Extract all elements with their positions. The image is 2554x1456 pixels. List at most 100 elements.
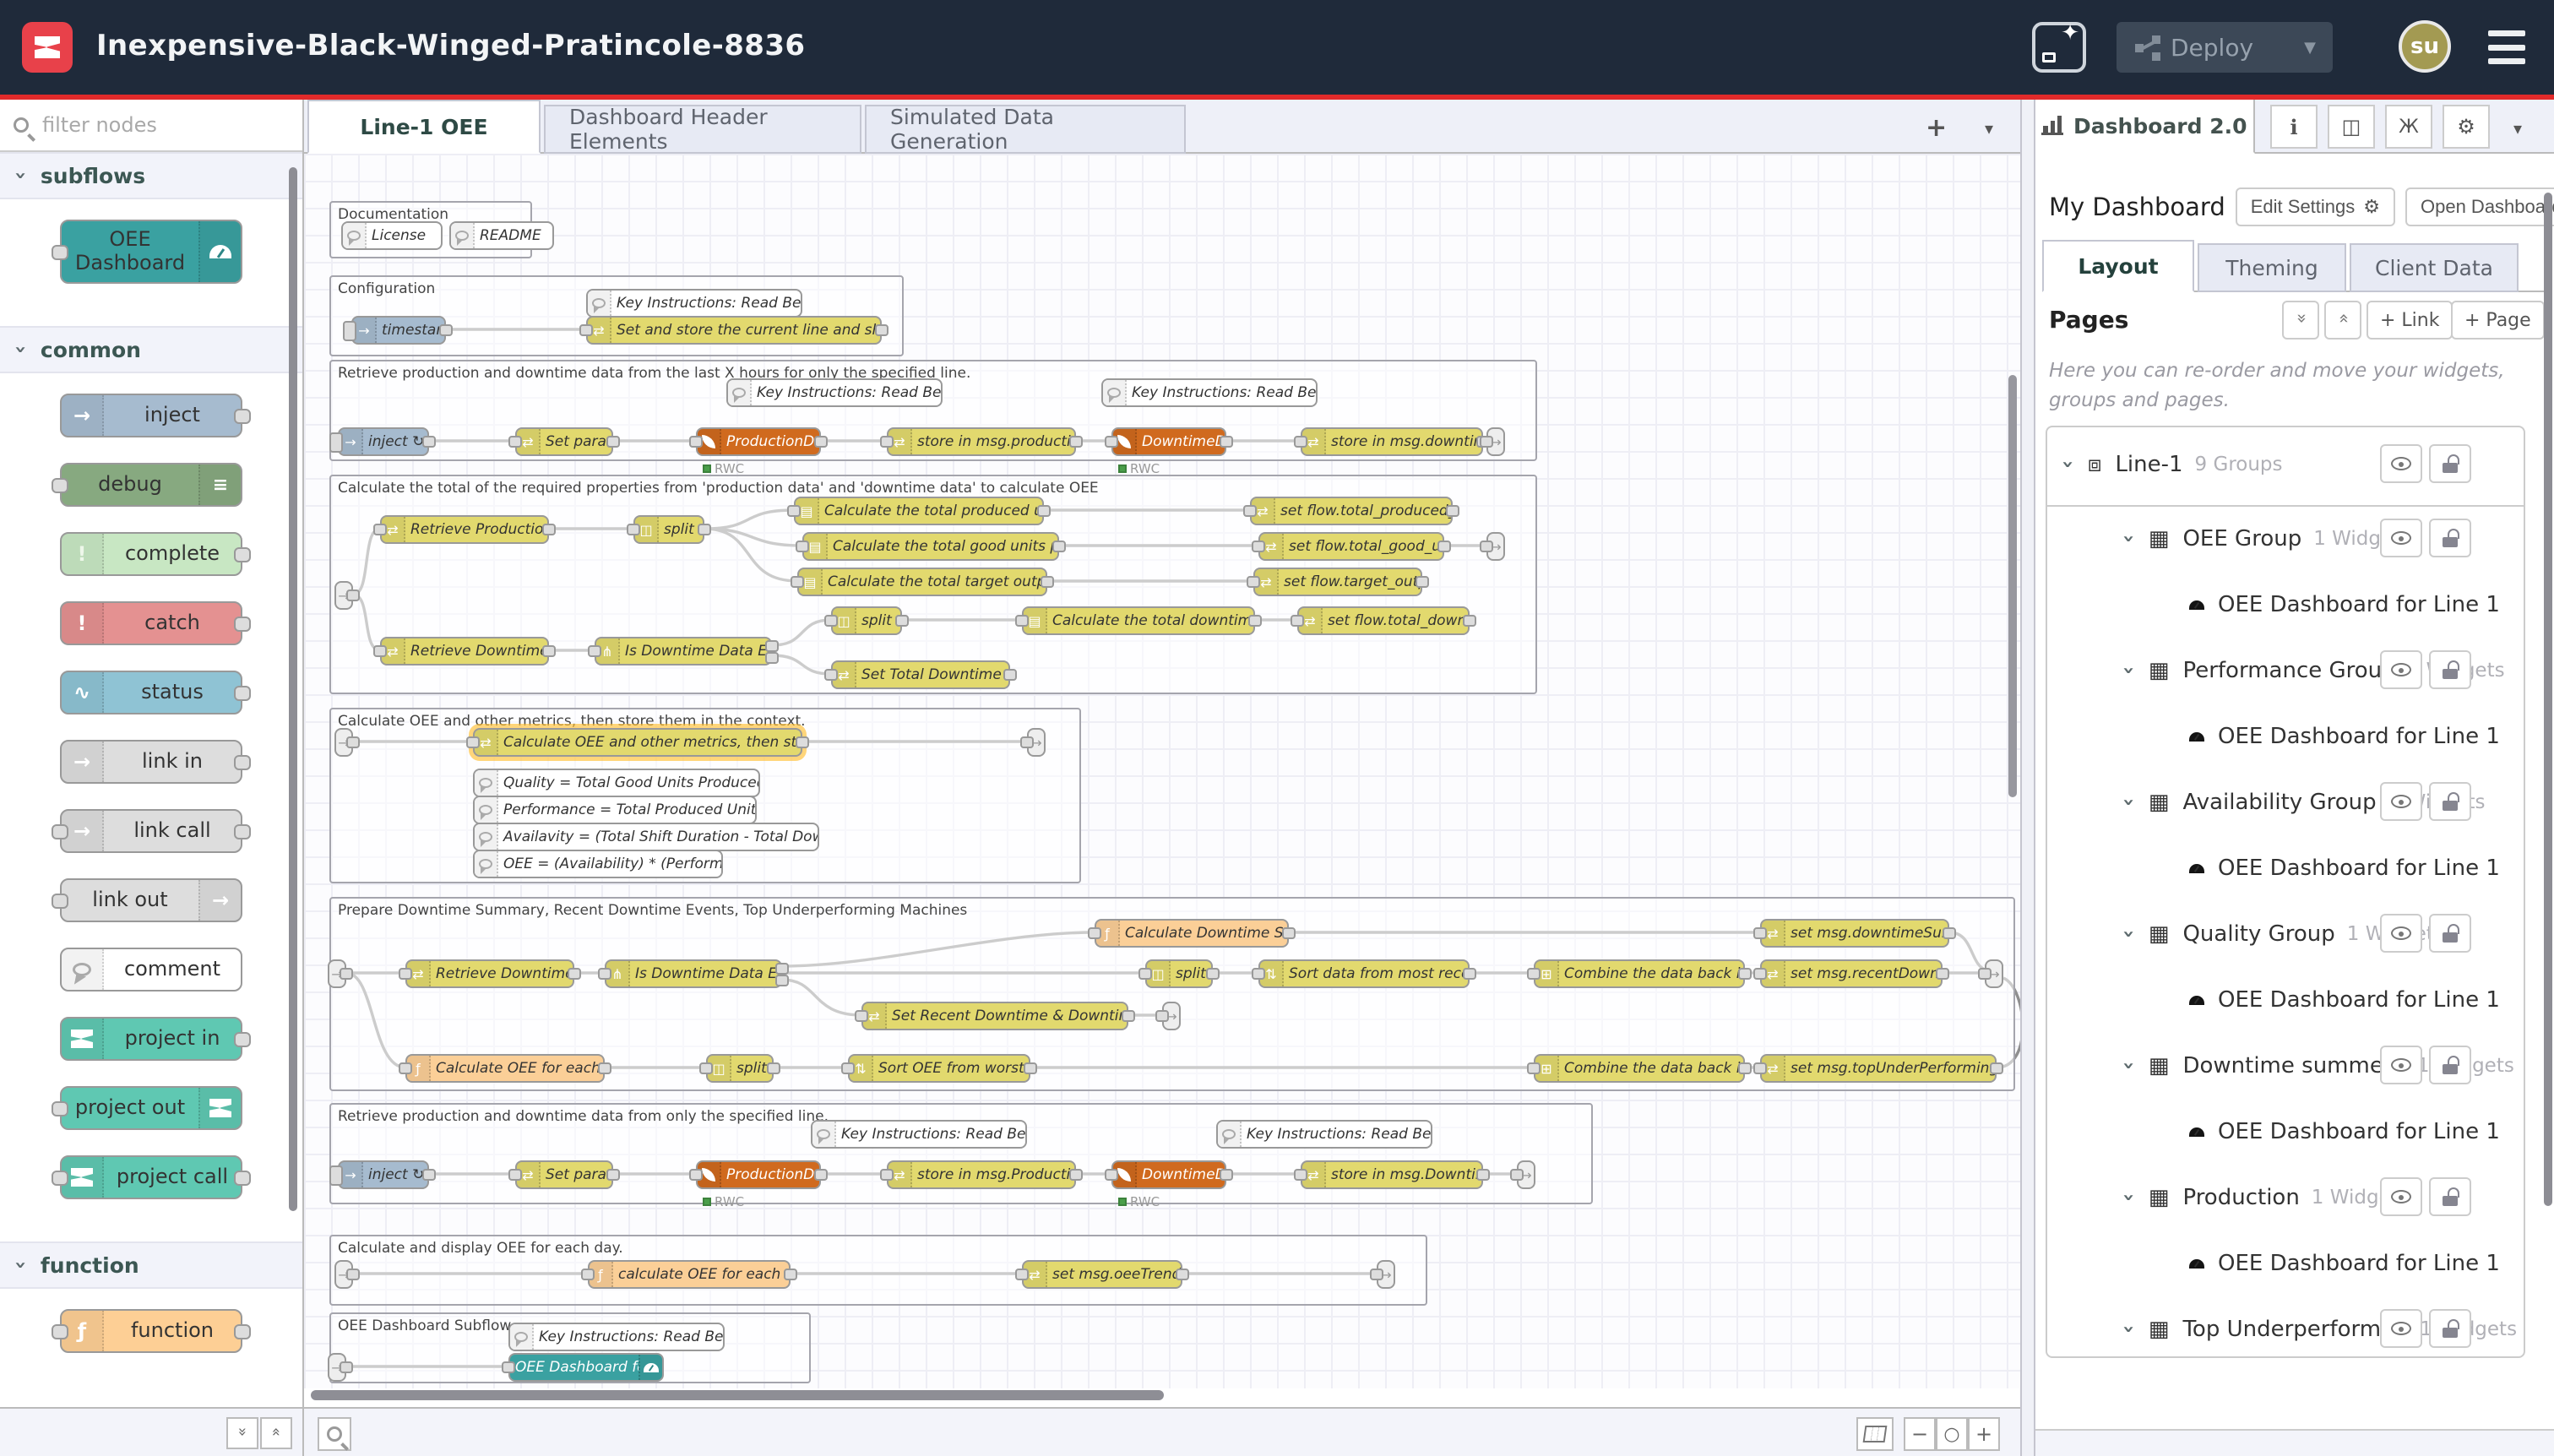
palette-node-project-out[interactable]: project out (60, 1086, 242, 1130)
output-port[interactable] (1476, 1169, 1490, 1181)
flow-node-func[interactable]: ƒCalculate OEE for each machine (405, 1054, 605, 1083)
tab-dashboard-2[interactable]: Dashboard 2.0 (2035, 100, 2255, 154)
flow-node-change[interactable]: ⇄Retrieve Production Data (380, 515, 549, 544)
input-port[interactable] (791, 576, 804, 588)
input-port[interactable] (1020, 736, 1034, 748)
canvas-horizontal-scrollbar[interactable] (311, 1390, 1164, 1400)
flow-node-func[interactable]: ƒCalculate Downtime Summery (1095, 919, 1289, 948)
ai-assistant-icon[interactable]: ✦ (2032, 22, 2086, 73)
flow-node-change[interactable]: ⇄set msg.topUnderPerformingMachines (1760, 1054, 1997, 1083)
user-avatar[interactable]: su (2399, 20, 2451, 73)
flow-node-link[interactable]: → (1985, 959, 2003, 988)
output-port[interactable] (1041, 576, 1054, 588)
config-button[interactable]: ⚙ (2443, 105, 2490, 149)
input-port[interactable] (1252, 541, 1265, 552)
input-port[interactable] (52, 1101, 68, 1116)
flow-node-comment[interactable]: Key Instructions: Read Before Proceeding (726, 378, 943, 407)
output-port[interactable] (234, 755, 251, 770)
input-port[interactable] (880, 1169, 894, 1181)
flow-node-comment[interactable]: Key Instructions: Read Before Proceeding (508, 1323, 725, 1351)
input-port[interactable] (1105, 1169, 1118, 1181)
flow-list-caret-icon[interactable]: ▾ (1985, 118, 1993, 139)
flow-node-change[interactable]: ⇄Retrieve Downtime Data (405, 959, 574, 988)
output-port[interactable] (340, 968, 353, 980)
canvas-vertical-scrollbar[interactable] (2008, 375, 2017, 797)
sidebar-scrollbar[interactable] (2544, 193, 2552, 1206)
input-port[interactable] (508, 436, 522, 448)
input-port[interactable] (1527, 968, 1541, 980)
flow-node-influx[interactable]: DowntimeDataRWC (1111, 1160, 1226, 1189)
output-port[interactable] (765, 640, 779, 652)
flow-node-inject[interactable]: →inject ↻ (338, 1160, 429, 1189)
output-port[interactable] (1463, 968, 1476, 980)
input-port[interactable] (1480, 436, 1493, 448)
flow-node-change[interactable]: ⇄Set and store the current line and shif… (586, 316, 882, 345)
output-port[interactable] (775, 963, 789, 975)
output-port[interactable] (340, 1361, 353, 1373)
tree-row-oee-dashboard-for-line-1[interactable]: OEE Dashboard for Line 1 (2047, 845, 2524, 892)
expand-all-button[interactable]: » (260, 1417, 292, 1449)
flow-node-link[interactable]: → (334, 581, 353, 610)
input-port[interactable] (1978, 968, 1992, 980)
input-port[interactable] (1252, 968, 1265, 980)
tree-row-oee-group[interactable]: ›▦OEE Group1 Widgets (2047, 515, 2524, 562)
inject-button[interactable] (329, 1165, 343, 1186)
input-port[interactable] (466, 736, 480, 748)
output-port[interactable] (1738, 968, 1752, 980)
palette-search[interactable] (0, 100, 302, 152)
palette-node-inject[interactable]: →inject (60, 394, 242, 437)
output-port[interactable] (542, 524, 556, 535)
flow-node-split[interactable]: ◫split (831, 606, 902, 635)
output-port[interactable] (1206, 968, 1220, 980)
flow-node-calc[interactable]: ▤Calculate the total good units produced… (802, 532, 1059, 561)
output-port[interactable] (1052, 541, 1066, 552)
output-port[interactable] (796, 736, 809, 748)
input-port[interactable] (373, 524, 387, 535)
palette-category-function[interactable]: ›function (0, 1241, 302, 1289)
flow-node-change[interactable]: ⇄set msg.oeeTrend (1022, 1260, 1182, 1289)
input-port[interactable] (579, 324, 593, 336)
input-port[interactable] (1527, 1062, 1541, 1074)
visibility-toggle-button[interactable] (2380, 914, 2422, 953)
output-port[interactable] (814, 436, 828, 448)
collapse-all-button[interactable]: « (226, 1417, 258, 1449)
output-port[interactable] (234, 547, 251, 562)
flow-node-comment[interactable]: Key Instructions: Read Before Proceeding (1101, 378, 1318, 407)
chevron-down-icon[interactable]: › (2057, 460, 2080, 469)
expand-pages-button[interactable]: » (2324, 301, 2361, 340)
palette-node-project-in[interactable]: project in (60, 1017, 242, 1061)
lock-toggle-button[interactable] (2429, 519, 2471, 557)
flow-node-influx[interactable]: DowntimeDataRWC (1111, 427, 1226, 456)
input-port[interactable] (1294, 1169, 1307, 1181)
flow-node-change[interactable]: ⇄store in msg.DowntimeData (1301, 1160, 1483, 1189)
flow-node-influx[interactable]: ProductionDataRWC (696, 427, 821, 456)
palette-node-link-in[interactable]: →link in (60, 740, 242, 784)
output-port[interactable] (895, 615, 909, 627)
output-port[interactable] (698, 524, 711, 535)
output-port[interactable] (1069, 1169, 1083, 1181)
input-port[interactable] (502, 1361, 515, 1373)
flow-node-sort[interactable]: ⇅Sort OEE from worst to best (848, 1054, 1030, 1083)
lock-toggle-button[interactable] (2429, 914, 2471, 953)
lock-toggle-button[interactable] (2429, 1177, 2471, 1216)
input-port[interactable] (598, 968, 611, 980)
palette-node-status[interactable]: ∿status (60, 671, 242, 714)
output-port[interactable] (1176, 1269, 1189, 1280)
flow-node-link[interactable]: → (1377, 1260, 1395, 1289)
flow-node-split[interactable]: ◫split (1145, 959, 1213, 988)
add-page-button[interactable]: + Page (2451, 301, 2545, 340)
input-port[interactable] (1138, 968, 1152, 980)
input-port[interactable] (508, 1169, 522, 1181)
flow-node-change[interactable]: ⇄store in msg.downtime_data (1301, 427, 1483, 456)
flow-group[interactable]: Retrieve production and downtime data fr… (329, 1103, 1593, 1204)
input-port[interactable] (1155, 1010, 1169, 1022)
input-port[interactable] (787, 505, 801, 517)
input-port[interactable] (1510, 1169, 1524, 1181)
input-port[interactable] (581, 1269, 595, 1280)
input-port[interactable] (1294, 436, 1307, 448)
input-port[interactable] (399, 968, 412, 980)
chevron-down-icon[interactable]: › (2117, 1062, 2141, 1070)
output-port[interactable] (234, 824, 251, 839)
flow-node-change[interactable]: ⇄Set Recent Downtime & Downtime summery … (861, 1002, 1128, 1030)
visibility-toggle-button[interactable] (2380, 1046, 2422, 1084)
